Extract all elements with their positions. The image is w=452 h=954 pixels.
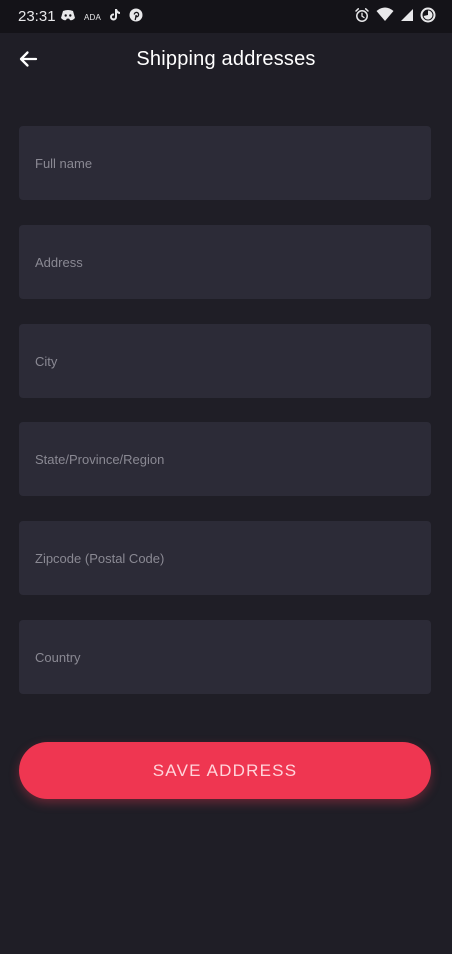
ada-text: ADA <box>84 12 102 22</box>
wifi-icon <box>376 7 394 27</box>
signal-icon <box>400 8 414 27</box>
zipcode-field <box>19 521 431 595</box>
city-input[interactable] <box>19 324 431 398</box>
zipcode-input[interactable] <box>19 521 431 595</box>
save-address-button[interactable]: SAVE ADDRESS <box>19 742 431 799</box>
city-field <box>19 324 431 398</box>
status-bar: 23:31 ADA <box>0 0 452 33</box>
status-time: 23:31 <box>18 8 56 25</box>
system-icons <box>354 7 436 28</box>
app-header: Shipping addresses <box>0 33 452 89</box>
discord-icon <box>60 8 76 26</box>
tiktok-icon <box>109 8 121 26</box>
state-input[interactable] <box>19 422 431 496</box>
address-field <box>19 225 431 299</box>
full-name-field <box>19 126 431 200</box>
country-input[interactable] <box>19 620 431 694</box>
pinterest-icon <box>129 8 143 27</box>
alarm-icon <box>354 7 370 28</box>
notification-icons: ADA <box>60 8 143 27</box>
address-input[interactable] <box>19 225 431 299</box>
full-name-input[interactable] <box>19 126 431 200</box>
state-field <box>19 422 431 496</box>
battery-icon <box>420 7 436 28</box>
page-title: Shipping addresses <box>136 48 316 70</box>
country-field <box>19 620 431 694</box>
